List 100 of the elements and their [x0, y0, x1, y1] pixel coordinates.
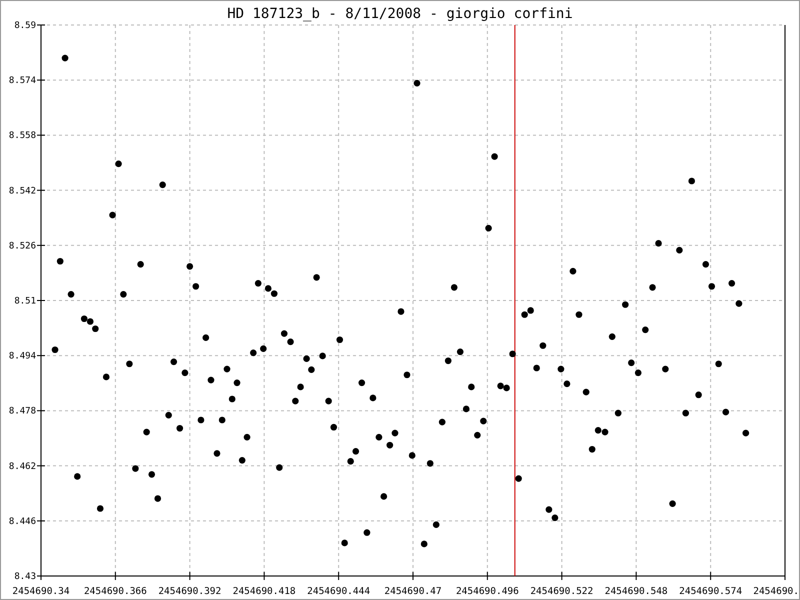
- data-point: [515, 475, 522, 482]
- data-point: [159, 182, 166, 188]
- data-point: [622, 301, 629, 308]
- axis-tick-label: 2454690.392: [158, 586, 222, 597]
- data-point: [154, 495, 162, 502]
- axis-tick-label: 8.526: [8, 241, 36, 252]
- data-point: [96, 505, 104, 512]
- data-point: [250, 350, 257, 356]
- data-point: [736, 300, 742, 307]
- data-point: [392, 430, 398, 436]
- axis-tick-label: 8.574: [8, 76, 36, 86]
- data-point: [214, 450, 220, 457]
- data-point: [148, 471, 156, 478]
- data-point: [398, 308, 404, 315]
- data-point: [292, 398, 299, 404]
- data-point: [115, 160, 122, 168]
- data-point: [474, 432, 481, 438]
- data-point: [552, 514, 558, 522]
- axis-tick-label: 8.494: [8, 352, 36, 362]
- axis-tick-label: 8.43: [14, 572, 36, 582]
- data-point: [186, 263, 194, 270]
- data-point: [68, 291, 74, 298]
- axis-tick-label: 2454690.366: [84, 586, 147, 597]
- data-point: [120, 291, 127, 298]
- data-point: [588, 446, 596, 453]
- data-point: [634, 370, 642, 376]
- axis-tick-label: 8.558: [8, 131, 36, 142]
- data-point: [468, 384, 475, 390]
- axis-tick-label: 2454690.: [753, 586, 799, 597]
- data-point: [244, 434, 250, 441]
- data-point: [509, 350, 516, 358]
- data-point: [450, 284, 458, 291]
- data-point: [420, 540, 428, 548]
- axis-tick-label: 8.446: [8, 516, 36, 527]
- chart-title: HD 187123_b - 8/11/2008 - giorgio corfini: [227, 6, 573, 22]
- axis-tick-label: 2454690.574: [679, 586, 742, 597]
- data-point: [218, 416, 226, 424]
- data-point: [414, 80, 420, 86]
- axis-tick-label: 2454690.522: [530, 586, 594, 597]
- data-point: [280, 330, 288, 337]
- axis-tick-label: 2454690.444: [307, 586, 370, 597]
- data-point: [132, 465, 139, 472]
- data-point: [570, 268, 576, 275]
- data-point: [582, 388, 590, 396]
- data-point: [198, 416, 204, 424]
- data-point: [238, 457, 246, 464]
- data-point: [62, 54, 68, 62]
- data-point: [462, 406, 470, 412]
- data-point: [682, 410, 689, 416]
- data-point: [715, 360, 722, 368]
- data-point: [491, 153, 498, 160]
- data-point: [558, 366, 564, 372]
- data-point: [330, 424, 338, 431]
- data-point: [234, 380, 240, 386]
- data-point: [408, 452, 416, 459]
- data-point: [376, 434, 382, 441]
- data-point: [628, 360, 635, 366]
- data-point: [347, 458, 354, 465]
- data-point: [695, 392, 702, 398]
- data-point: [126, 360, 133, 368]
- data-point: [341, 540, 348, 546]
- data-point: [649, 284, 656, 291]
- data-point: [364, 529, 370, 536]
- data-point: [313, 274, 320, 281]
- axis-tick-label: 8.462: [8, 462, 36, 472]
- data-point: [297, 384, 304, 390]
- data-point: [485, 224, 492, 232]
- data-point: [688, 178, 696, 184]
- axis-tick-label: 8.59: [14, 21, 36, 31]
- axis-tick-label: 2454690.496: [456, 586, 519, 597]
- data-point: [192, 283, 200, 290]
- axis-tick-label: 8.542: [8, 186, 36, 196]
- axis-tick-label: 8.51: [14, 296, 36, 306]
- data-point: [676, 246, 683, 254]
- data-point: [533, 364, 540, 372]
- data-point: [254, 280, 262, 287]
- data-point: [546, 506, 552, 513]
- data-point: [614, 410, 622, 416]
- data-point: [202, 334, 210, 341]
- data-point: [325, 398, 332, 404]
- data-point: [708, 283, 716, 290]
- data-point: [642, 326, 649, 334]
- data-point: [276, 464, 283, 471]
- data-point: [137, 261, 144, 268]
- data-point: [480, 418, 487, 424]
- axis-tick-label: 2454690.34: [12, 586, 70, 597]
- data-point: [702, 261, 710, 268]
- data-point: [456, 348, 464, 356]
- data-point: [576, 311, 582, 318]
- axis-tick-label: 8.478: [8, 406, 36, 417]
- data-point: [540, 342, 546, 349]
- data-point: [176, 424, 184, 432]
- data-point: [352, 448, 360, 455]
- data-point: [303, 355, 310, 362]
- data-point: [308, 366, 315, 374]
- data-point: [655, 240, 662, 247]
- data-point: [444, 357, 452, 364]
- data-point: [143, 428, 150, 436]
- data-point: [728, 280, 736, 287]
- data-point: [56, 258, 64, 265]
